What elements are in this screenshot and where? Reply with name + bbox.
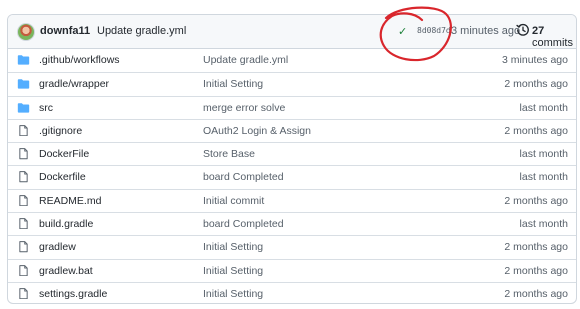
commit-message-link[interactable]: merge error solve <box>203 102 285 114</box>
file-name-link[interactable]: .github/workflows <box>39 54 120 66</box>
commit-message-link[interactable]: Initial Setting <box>203 241 263 253</box>
commit-message[interactable]: Update gradle.yml <box>97 25 186 37</box>
commit-age: last month <box>519 148 568 161</box>
file-browser: downfa11 Update gradle.yml ✓ 8d08d7d 3 m… <box>7 14 577 304</box>
commit-message-link[interactable]: Initial Setting <box>203 288 263 300</box>
file-name-link[interactable]: gradle/wrapper <box>39 78 109 90</box>
commit-age: 2 months ago <box>504 124 568 137</box>
commit-age: 2 months ago <box>504 264 568 277</box>
commit-age: 3 minutes ago <box>502 54 568 66</box>
file-name-link[interactable]: gradlew <box>39 241 76 253</box>
commit-author[interactable]: downfa11 <box>40 25 90 37</box>
file-icon <box>17 171 30 183</box>
file-row[interactable]: gradlew.bat Initial Setting 2 months ago <box>8 258 576 282</box>
file-icon <box>17 218 30 230</box>
commit-age: 2 months ago <box>504 287 568 300</box>
commit-age: 2 months ago <box>504 78 568 91</box>
commit-age: last month <box>519 101 568 114</box>
commit-age: last month <box>519 218 568 231</box>
commits-label: commits <box>532 37 573 49</box>
file-row[interactable]: build.gradle board Completed last month <box>8 212 576 235</box>
file-row[interactable]: settings.gradle Initial Setting 2 months a… <box>8 281 576 303</box>
file-row[interactable]: gradlew Initial Setting 2 months ago <box>8 235 576 258</box>
latest-commit-bar: downfa11 Update gradle.yml ✓ 8d08d7d 3 m… <box>8 15 576 49</box>
commit-message-link[interactable]: board Completed <box>203 171 284 183</box>
history-icon[interactable] <box>516 23 530 37</box>
file-icon <box>17 194 30 207</box>
file-name-link[interactable]: .gitignore <box>39 125 82 137</box>
file-row[interactable]: README.md Initial commit 2 months ago <box>8 188 576 212</box>
commits-count: 27 <box>532 25 545 37</box>
file-name-link[interactable]: DockerFile <box>39 148 89 160</box>
file-name-link[interactable]: settings.gradle <box>39 288 107 300</box>
file-name-link[interactable]: build.gradle <box>39 218 93 230</box>
file-name-link[interactable]: Dockerfile <box>39 171 86 183</box>
check-icon[interactable]: ✓ <box>398 25 407 38</box>
commit-age: last month <box>519 171 568 184</box>
file-icon <box>17 264 30 277</box>
file-row[interactable]: gradle/wrapper Initial Setting 2 months ag… <box>8 72 576 95</box>
file-icon <box>17 148 30 160</box>
commit-message-link[interactable]: Initial Setting <box>203 265 263 277</box>
file-name-link[interactable]: README.md <box>39 195 101 207</box>
commits-link[interactable]: 27 commits <box>532 25 576 49</box>
file-icon <box>17 125 30 137</box>
file-row[interactable]: src merge error solve last month <box>8 95 576 119</box>
file-row[interactable]: .github/workflows Update gradle.yml 3 minu… <box>8 49 576 72</box>
folder-icon <box>17 54 30 66</box>
file-row[interactable]: .gitignore OAuth2 Login & Assign 2 months … <box>8 118 576 142</box>
folder-icon <box>17 78 30 90</box>
commit-message-link[interactable]: OAuth2 Login & Assign <box>203 125 311 137</box>
file-row[interactable]: DockerFile Store Base last month <box>8 142 576 165</box>
commit-time: 3 minutes ago <box>451 25 521 37</box>
commit-message-link[interactable]: Initial Setting <box>203 78 263 90</box>
commit-age: 2 months ago <box>504 194 568 207</box>
commit-age: 2 months ago <box>504 241 568 254</box>
folder-icon <box>17 102 30 114</box>
commit-message-link[interactable]: Store Base <box>203 148 255 160</box>
file-name-link[interactable]: gradlew.bat <box>39 265 93 277</box>
file-list: .github/workflows Update gradle.yml 3 minu… <box>8 49 576 303</box>
avatar[interactable] <box>17 23 35 41</box>
commit-message-link[interactable]: Update gradle.yml <box>203 54 288 66</box>
commit-message-link[interactable]: board Completed <box>203 218 284 230</box>
file-row[interactable]: Dockerfile board Completed last month <box>8 165 576 188</box>
commit-message-link[interactable]: Initial commit <box>203 195 264 207</box>
commit-sha[interactable]: 8d08d7d <box>417 26 451 35</box>
file-icon <box>17 288 30 300</box>
file-icon <box>17 241 30 253</box>
file-name-link[interactable]: src <box>39 102 53 114</box>
